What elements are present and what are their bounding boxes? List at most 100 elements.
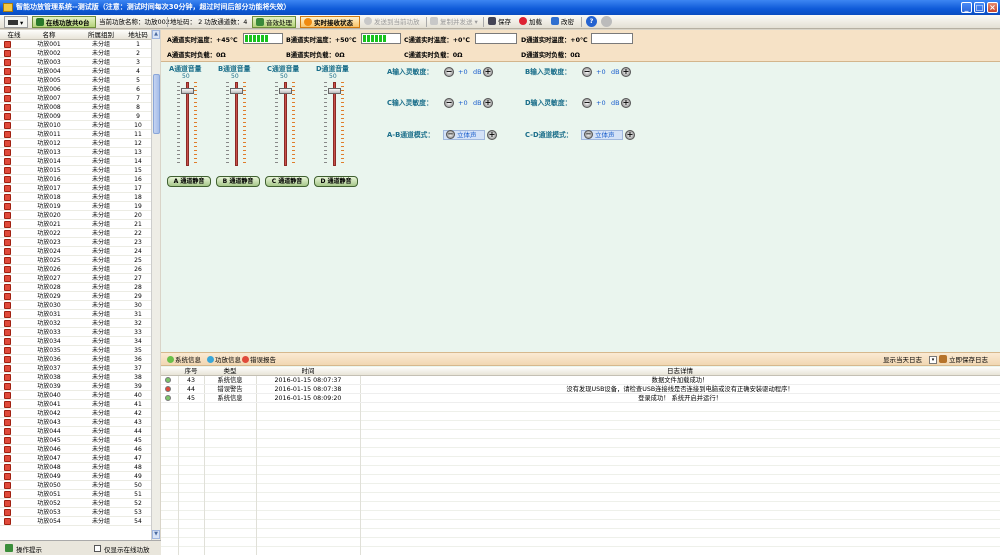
mode-select[interactable]: − 立体声 — [581, 130, 623, 140]
table-row[interactable]: 功放032 未分组 32 — [0, 319, 159, 328]
table-row[interactable]: 功放041 未分组 41 — [0, 400, 159, 409]
volume-slider[interactable] — [333, 82, 336, 166]
table-row[interactable]: 功放014 未分组 14 — [0, 157, 159, 166]
show-today-log[interactable]: 显示当天日志 — [883, 355, 922, 365]
table-row[interactable]: 功放038 未分组 38 — [0, 373, 159, 382]
table-row[interactable]: 功放054 未分组 54 — [0, 517, 159, 526]
tab-system-info[interactable]: 系统信息 — [167, 355, 201, 365]
table-row[interactable]: 功放028 未分组 28 — [0, 283, 159, 292]
minus-button[interactable]: − — [582, 67, 592, 77]
minus-button[interactable]: − — [444, 67, 454, 77]
table-row[interactable]: 功放029 未分组 29 — [0, 292, 159, 301]
menu-dropdown[interactable]: ▾ — [4, 16, 28, 28]
table-row[interactable]: 功放048 未分组 48 — [0, 463, 159, 472]
minus-button[interactable]: − — [582, 98, 592, 108]
table-row[interactable]: 功放007 未分组 7 — [0, 94, 159, 103]
save-button[interactable]: 保存 — [488, 16, 511, 28]
log-row[interactable]: 45 系统信息 2016-01-15 08:09:20 登录成功！ 系统开启并运行！ — [161, 394, 1000, 403]
minus-button[interactable]: − — [446, 130, 455, 139]
realtime-status-button[interactable]: 实时接收状态 — [300, 16, 360, 28]
table-row[interactable]: 功放044 未分组 44 — [0, 427, 159, 436]
send-to-amp-button[interactable]: 发送到当前功放 — [364, 16, 420, 28]
log-row[interactable]: 44 错误警告 2016-01-15 08:07:38 没有发现USB设备，请检查US… — [161, 385, 1000, 394]
save-log-button[interactable]: 立即保存日志 — [939, 355, 988, 365]
maximize-button[interactable]: □ — [974, 2, 985, 13]
minimize-button[interactable]: _ — [961, 2, 972, 13]
load-button[interactable]: 加载 — [519, 16, 542, 28]
table-row[interactable]: 功放024 未分组 24 — [0, 247, 159, 256]
table-row[interactable]: 功放019 未分组 19 — [0, 202, 159, 211]
table-row[interactable]: 功放023 未分组 23 — [0, 238, 159, 247]
table-row[interactable]: 功放034 未分组 34 — [0, 337, 159, 346]
minus-button[interactable]: − — [444, 98, 454, 108]
op-hint-label[interactable]: 操作提示 — [16, 544, 42, 554]
mute-button-b[interactable]: B 通道静音 — [216, 176, 260, 187]
table-row[interactable]: 功放042 未分组 42 — [0, 409, 159, 418]
table-row[interactable]: 功放013 未分组 13 — [0, 148, 159, 157]
volume-slider[interactable] — [186, 82, 189, 166]
table-row[interactable]: 功放051 未分组 51 — [0, 490, 159, 499]
help-icon[interactable]: ? — [586, 16, 597, 27]
table-row[interactable]: 功放047 未分组 47 — [0, 454, 159, 463]
table-row[interactable]: 功放045 未分组 45 — [0, 436, 159, 445]
table-row[interactable]: 功放052 未分组 52 — [0, 499, 159, 508]
mute-button-a[interactable]: A 通道静音 — [167, 176, 211, 187]
plus-button[interactable]: + — [621, 98, 631, 108]
sound-process-button[interactable]: 音效处理 — [252, 16, 296, 28]
log-row[interactable]: 43 系统信息 2016-01-15 08:07:37 数据文件加载成功！ — [161, 376, 1000, 385]
tab-error-report[interactable]: 错误报告 — [242, 355, 276, 365]
table-row[interactable]: 功放018 未分组 18 — [0, 193, 159, 202]
table-row[interactable]: 功放049 未分组 49 — [0, 472, 159, 481]
table-row[interactable]: 功放016 未分组 16 — [0, 175, 159, 184]
plus-button[interactable]: + — [483, 98, 493, 108]
volume-slider-thumb[interactable] — [181, 88, 194, 94]
volume-slider[interactable] — [235, 82, 238, 166]
table-row[interactable]: 功放010 未分组 10 — [0, 121, 159, 130]
table-row[interactable]: 功放046 未分组 46 — [0, 445, 159, 454]
volume-slider[interactable] — [284, 82, 287, 166]
table-row[interactable]: 功放026 未分组 26 — [0, 265, 159, 274]
mode-select[interactable]: − 立体声 — [443, 130, 485, 140]
table-row[interactable]: 功放025 未分组 25 — [0, 256, 159, 265]
copy-send-button[interactable]: 复制并发送 ▾ — [430, 16, 478, 28]
table-row[interactable]: 功放021 未分组 21 — [0, 220, 159, 229]
table-row[interactable]: 功放030 未分组 30 — [0, 301, 159, 310]
table-row[interactable]: 功放039 未分组 39 — [0, 382, 159, 391]
change-password-button[interactable]: 改密 — [551, 16, 574, 28]
table-row[interactable]: 功放006 未分组 6 — [0, 85, 159, 94]
plus-button[interactable]: + — [621, 67, 631, 77]
exit-icon[interactable] — [601, 16, 612, 27]
plus-button[interactable]: + — [487, 130, 497, 140]
volume-slider-thumb[interactable] — [230, 88, 243, 94]
table-row[interactable]: 功放040 未分组 40 — [0, 391, 159, 400]
close-button[interactable]: × — [987, 2, 998, 13]
mute-button-d[interactable]: D 通道静音 — [314, 176, 358, 187]
table-row[interactable]: 功放001 未分组 1 — [0, 40, 159, 49]
minus-button[interactable]: − — [584, 130, 593, 139]
chevron-down-icon[interactable]: ▾ — [929, 356, 937, 364]
online-amp-button[interactable]: 在线功放共0台 — [32, 16, 96, 28]
only-online-checkbox[interactable] — [94, 545, 101, 552]
table-row[interactable]: 功放053 未分组 53 — [0, 508, 159, 517]
table-row[interactable]: 功放043 未分组 43 — [0, 418, 159, 427]
table-row[interactable]: 功放005 未分组 5 — [0, 76, 159, 85]
table-row[interactable]: 功放033 未分组 33 — [0, 328, 159, 337]
table-row[interactable]: 功放031 未分组 31 — [0, 310, 159, 319]
table-row[interactable]: 功放035 未分组 35 — [0, 346, 159, 355]
table-row[interactable]: 功放020 未分组 20 — [0, 211, 159, 220]
table-row[interactable]: 功放012 未分组 12 — [0, 139, 159, 148]
table-row[interactable]: 功放015 未分组 15 — [0, 166, 159, 175]
table-row[interactable]: 功放036 未分组 36 — [0, 355, 159, 364]
table-row[interactable]: 功放037 未分组 37 — [0, 364, 159, 373]
table-row[interactable]: 功放017 未分组 17 — [0, 184, 159, 193]
table-row[interactable]: 功放022 未分组 22 — [0, 229, 159, 238]
table-row[interactable]: 功放009 未分组 9 — [0, 112, 159, 121]
table-row[interactable]: 功放008 未分组 8 — [0, 103, 159, 112]
amp-list-scrollbar[interactable]: ▲ ▼ — [151, 30, 160, 540]
plus-button[interactable]: + — [625, 130, 635, 140]
table-row[interactable]: 功放011 未分组 11 — [0, 130, 159, 139]
plus-button[interactable]: + — [483, 67, 493, 77]
table-row[interactable]: 功放027 未分组 27 — [0, 274, 159, 283]
volume-slider-thumb[interactable] — [328, 88, 341, 94]
table-row[interactable]: 功放050 未分组 50 — [0, 481, 159, 490]
